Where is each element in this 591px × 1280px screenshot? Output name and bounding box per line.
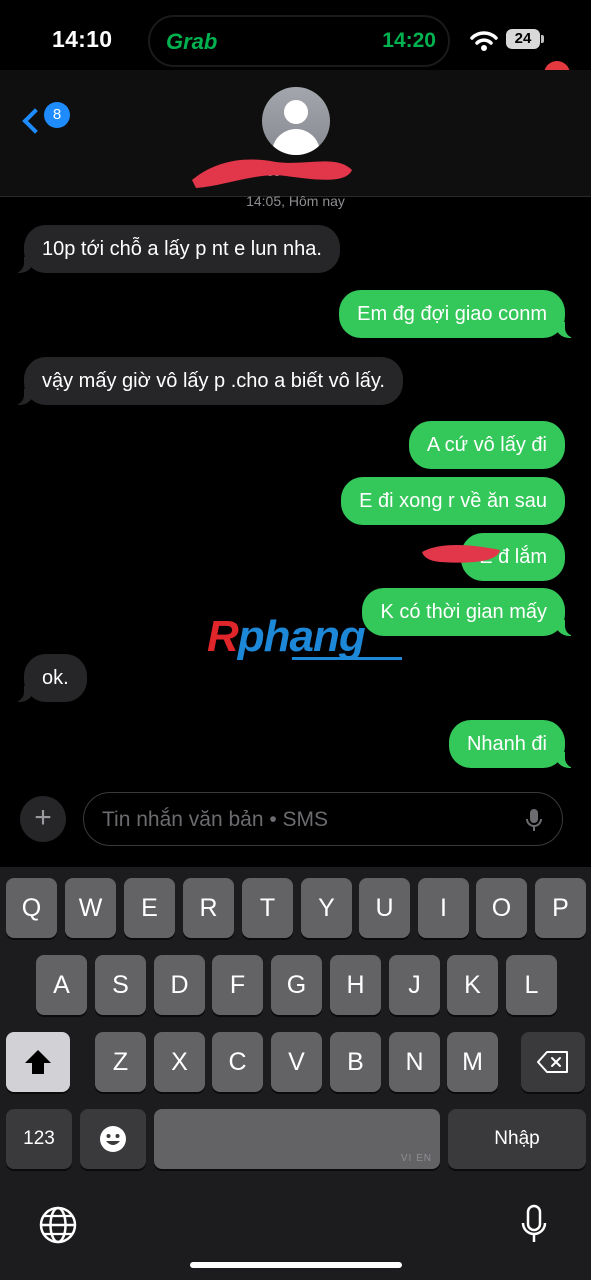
key-e[interactable]: E [124, 878, 175, 938]
message-input-placeholder: Tin nhắn văn bản • SMS [102, 808, 329, 831]
message-timestamp: 14:05, Hôm nay [246, 193, 345, 209]
shift-icon [25, 1050, 51, 1074]
keyboard: Q W E R T Y U I O P A S D F G H J K L Z … [0, 867, 591, 1280]
key-p[interactable]: P [535, 878, 586, 938]
message-bubble-received[interactable]: 10p tới chỗ a lấy p nt e lun nha. [12, 225, 340, 273]
key-q[interactable]: Q [6, 878, 57, 938]
space-key[interactable]: VI EN [154, 1109, 440, 1169]
key-a[interactable]: A [36, 955, 87, 1015]
watermark-first-letter: R [207, 612, 239, 661]
key-k[interactable]: K [447, 955, 498, 1015]
key-h[interactable]: H [330, 955, 381, 1015]
key-s[interactable]: S [95, 955, 146, 1015]
status-time: 14:10 [52, 26, 113, 52]
dynamic-island[interactable]: Grab 14:20 [148, 15, 450, 67]
emoji-icon [100, 1126, 126, 1152]
delete-icon [537, 1051, 568, 1073]
key-o[interactable]: O [476, 878, 527, 938]
message-input[interactable]: Tin nhắn văn bản • SMS [83, 792, 563, 846]
back-button[interactable]: 8 [20, 102, 76, 138]
enter-key[interactable]: Nhập [448, 1109, 586, 1169]
battery-icon: 24 [506, 29, 540, 49]
key-n[interactable]: N [389, 1032, 440, 1092]
language-hint: VI EN [400, 1153, 432, 1164]
unread-badge: 8 [44, 102, 70, 128]
message-bubble-sent[interactable]: E đi xong r về ăn sau [341, 477, 565, 525]
message-bubble-sent[interactable]: A cứ vô lấy đi [408, 421, 565, 469]
key-y[interactable]: Y [301, 878, 352, 938]
watermark-rest: phang [237, 612, 366, 661]
key-l[interactable]: L [506, 955, 557, 1015]
avatar-head [284, 100, 308, 124]
message-bubble-sent[interactable]: K có thời gian mấy [362, 588, 577, 636]
redaction-mark [192, 159, 352, 188]
key-t[interactable]: T [242, 878, 293, 938]
key-c[interactable]: C [212, 1032, 263, 1092]
plus-icon[interactable]: + [20, 796, 66, 842]
home-indicator [190, 1262, 402, 1268]
battery-tip [541, 35, 544, 43]
globe-icon[interactable] [38, 1205, 78, 1245]
watermark-underline [292, 657, 402, 660]
watermark-logo: Rphang [207, 612, 366, 662]
key-x[interactable]: X [154, 1032, 205, 1092]
message-bubble-sent[interactable]: Em đg đợi giao conm [339, 290, 577, 338]
avatar-icon[interactable] [262, 87, 330, 155]
key-v[interactable]: V [271, 1032, 322, 1092]
mic-icon[interactable] [526, 808, 542, 832]
key-z[interactable]: Z [95, 1032, 146, 1092]
key-w[interactable]: W [65, 878, 116, 938]
message-bubble-sent[interactable]: Nhanh đi [448, 720, 578, 768]
island-timer: 14:20 [382, 29, 436, 52]
key-u[interactable]: U [359, 878, 410, 938]
key-r[interactable]: R [183, 878, 234, 938]
dictation-mic-icon[interactable] [521, 1204, 547, 1246]
emoji-key[interactable] [80, 1109, 146, 1169]
key-m[interactable]: M [447, 1032, 498, 1092]
message-bubble-received[interactable]: ok. [12, 654, 87, 702]
key-f[interactable]: F [212, 955, 263, 1015]
delete-key[interactable] [521, 1032, 585, 1092]
key-g[interactable]: G [271, 955, 322, 1015]
numbers-key[interactable]: 123 [6, 1109, 72, 1169]
redaction-mark [422, 545, 500, 563]
key-j[interactable]: J [389, 955, 440, 1015]
key-i[interactable]: I [418, 878, 469, 938]
wifi-icon [470, 31, 498, 51]
grab-logo: Grab [166, 29, 218, 54]
key-d[interactable]: D [154, 955, 205, 1015]
message-bubble-received[interactable]: vậy mấy giờ vô lấy p .cho a biết vô lấy. [12, 357, 403, 405]
shift-key[interactable] [6, 1032, 70, 1092]
key-b[interactable]: B [330, 1032, 381, 1092]
